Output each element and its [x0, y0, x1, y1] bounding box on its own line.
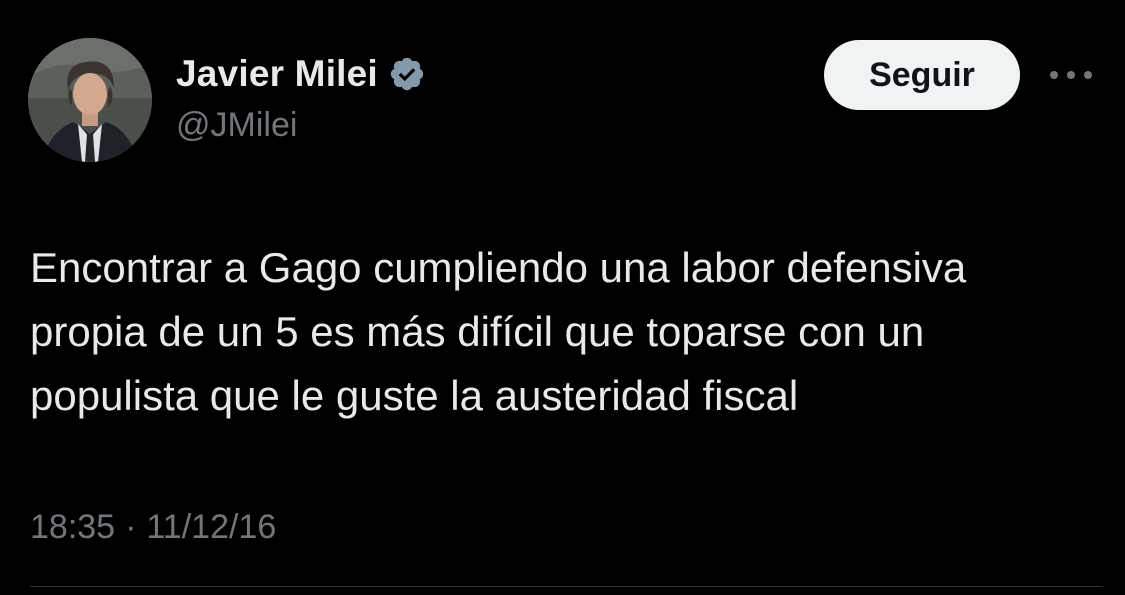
- tweet-time: 18:35: [30, 508, 116, 546]
- tweet-date: 11/12/16: [146, 508, 277, 546]
- verified-badge-icon[interactable]: [388, 55, 426, 93]
- tweet-timestamp[interactable]: 18:35 · 11/12/16: [30, 508, 276, 547]
- tweet-text: Encontrar a Gago cumpliendo una labor de…: [30, 244, 967, 419]
- timestamp-separator: ·: [125, 508, 137, 546]
- follow-button[interactable]: Seguir: [824, 40, 1020, 110]
- author-row: Javier Milei: [176, 52, 426, 96]
- avatar[interactable]: [28, 38, 152, 162]
- tweet-card: Javier Milei @JMilei Seguir Encontrar a …: [0, 0, 1125, 595]
- author-handle[interactable]: @JMilei: [176, 106, 297, 145]
- author-display-name[interactable]: Javier Milei: [176, 53, 378, 95]
- divider: [30, 586, 1103, 587]
- more-options-icon[interactable]: [1046, 58, 1096, 92]
